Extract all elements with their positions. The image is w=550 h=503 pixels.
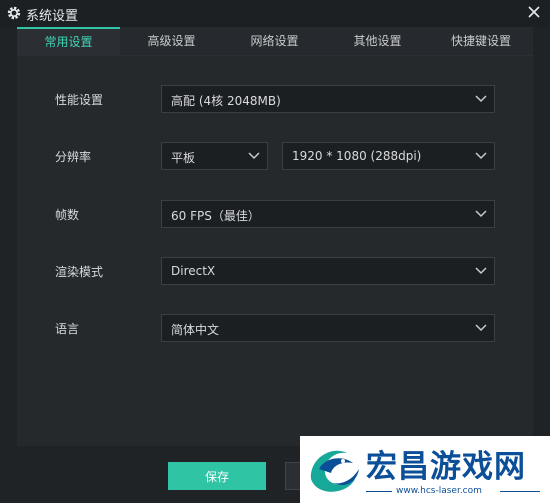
settings-tabs: 常用设置 高级设置 网络设置 其他设置 快捷键设置	[17, 27, 533, 56]
performance-value: 高配 (4核 2048MB)	[171, 94, 281, 108]
watermark-text: 宏昌游戏网	[366, 449, 526, 485]
fps-select[interactable]: 60 FPS（最佳）	[161, 200, 495, 228]
language-value: 简体中文	[171, 323, 220, 337]
close-icon[interactable]	[526, 4, 542, 20]
watermark-rule-right	[500, 491, 540, 492]
resolution-value: 1920 * 1080 (288dpi)	[292, 149, 422, 163]
chevron-down-icon	[475, 95, 487, 103]
watermark-rule-left	[366, 491, 392, 492]
chevron-down-icon	[248, 152, 260, 160]
chevron-down-icon	[475, 152, 487, 160]
language-select[interactable]: 简体中文	[161, 314, 495, 342]
resolution-select[interactable]: 1920 * 1080 (288dpi)	[282, 142, 495, 170]
settings-panel	[17, 56, 533, 446]
performance-select[interactable]: 高配 (4核 2048MB)	[161, 85, 495, 113]
title-bar: 系统设置	[0, 0, 550, 27]
tab-network[interactable]: 网络设置	[223, 27, 326, 55]
language-label: 语言	[55, 322, 80, 336]
tab-shortcuts[interactable]: 快捷键设置	[429, 27, 533, 55]
watermark-url: www.hcs-laser.com	[396, 486, 482, 496]
device-select[interactable]: 平板	[161, 142, 268, 170]
tab-other[interactable]: 其他设置	[326, 27, 429, 55]
window-title: 系统设置	[26, 9, 79, 24]
fps-label: 帧数	[55, 208, 80, 222]
tab-advanced[interactable]: 高级设置	[120, 27, 223, 55]
render-select[interactable]: DirectX	[161, 257, 495, 285]
save-button[interactable]: 保存	[168, 462, 266, 490]
render-label: 渲染模式	[55, 265, 104, 279]
fps-value: 60 FPS（最佳）	[171, 209, 260, 223]
resolution-label: 分辨率	[55, 150, 92, 164]
watermark: 宏昌游戏网 www.hcs-laser.com	[300, 436, 550, 503]
chevron-down-icon	[475, 324, 487, 332]
gear-icon	[7, 6, 21, 20]
dragon-logo-icon	[310, 450, 359, 492]
device-value: 平板	[171, 151, 196, 165]
render-value: DirectX	[171, 264, 216, 278]
chevron-down-icon	[475, 267, 487, 275]
performance-label: 性能设置	[55, 93, 104, 107]
tab-general[interactable]: 常用设置	[17, 27, 120, 55]
chevron-down-icon	[475, 210, 487, 218]
